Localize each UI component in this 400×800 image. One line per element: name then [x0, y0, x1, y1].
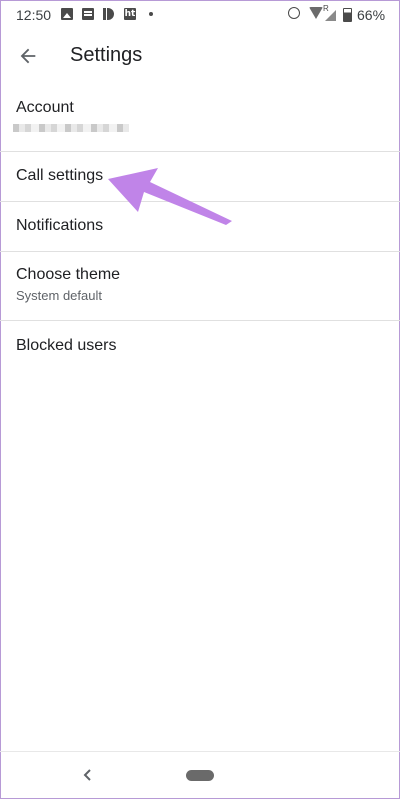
- alarm-icon: [288, 7, 300, 19]
- account-email-redacted: [13, 124, 129, 132]
- signal-icon: [325, 10, 336, 21]
- status-bar: 12:50 ht R 66%: [0, 0, 400, 30]
- settings-item-subtitle: System default: [16, 288, 102, 303]
- message-icon: [82, 8, 94, 20]
- battery-percentage: 66%: [357, 7, 386, 23]
- wifi-icon: [309, 7, 323, 19]
- app-bar: Settings: [0, 30, 400, 82]
- gallery-icon: [61, 8, 73, 20]
- settings-item-choose-theme[interactable]: Choose theme System default: [0, 252, 400, 321]
- battery-icon: [343, 8, 352, 22]
- status-time: 12:50: [16, 7, 52, 23]
- page-title: Settings: [70, 44, 143, 66]
- settings-item-label: Blocked users: [16, 337, 117, 354]
- nav-back-button[interactable]: [78, 765, 98, 785]
- chevron-left-icon: [83, 769, 91, 781]
- home-pill-icon[interactable]: [186, 770, 214, 781]
- settings-item-blocked-users[interactable]: Blocked users: [0, 321, 400, 370]
- ht-app-icon: ht: [124, 8, 136, 20]
- dot-icon: [149, 12, 153, 16]
- settings-item-account[interactable]: Account: [0, 82, 400, 152]
- settings-item-label: Account: [16, 99, 74, 116]
- back-button[interactable]: [12, 40, 44, 72]
- settings-item-label: Notifications: [16, 217, 104, 234]
- annotation-arrow: [108, 168, 232, 225]
- navigation-bar: [0, 751, 400, 800]
- settings-item-label: Call settings: [16, 167, 104, 184]
- settings-item-label: Choose theme: [16, 266, 121, 283]
- id-app-icon: [103, 8, 115, 20]
- arrow-back-icon: [20, 48, 36, 64]
